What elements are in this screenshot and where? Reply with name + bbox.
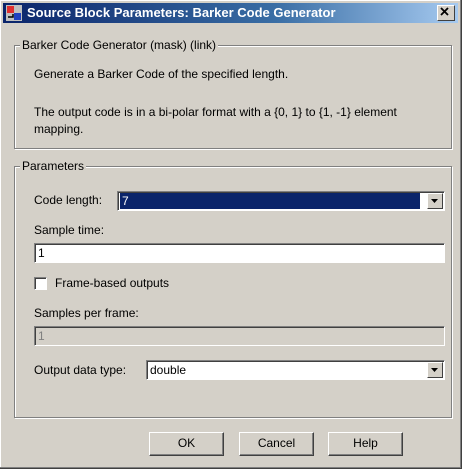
samples-per-frame-label: Samples per frame:	[34, 306, 139, 320]
help-button[interactable]: Help	[328, 432, 403, 456]
code-length-value: 7	[120, 193, 420, 209]
description-legend: Barker Code Generator (mask) (link)	[20, 38, 219, 52]
parameters-legend: Parameters	[20, 159, 87, 173]
samples-per-frame-input: 1	[34, 326, 445, 346]
output-type-select[interactable]: double	[146, 360, 445, 380]
cancel-button[interactable]: Cancel	[239, 432, 314, 456]
sample-time-value: 1	[38, 246, 45, 260]
window-title: Source Block Parameters: Barker Code Gen…	[27, 5, 336, 20]
close-button[interactable]	[437, 5, 455, 21]
dialog-window: Source Block Parameters: Barker Code Gen…	[0, 0, 462, 469]
description-line-1: Generate a Barker Code of the specified …	[34, 67, 289, 81]
description-line-2: The output code is in a bi-polar format …	[34, 105, 397, 119]
code-length-label: Code length:	[34, 193, 103, 207]
code-length-select[interactable]: 7	[117, 191, 445, 211]
frame-based-checkbox[interactable]	[34, 277, 47, 290]
parameters-group: Parameters Code length: 7 Sample time: 1…	[14, 159, 452, 418]
title-bar[interactable]: Source Block Parameters: Barker Code Gen…	[3, 3, 458, 23]
sample-time-input[interactable]: 1	[34, 243, 445, 263]
output-type-value: double	[150, 363, 187, 377]
chevron-down-icon	[431, 368, 438, 372]
samples-per-frame-value: 1	[38, 329, 45, 343]
ok-button[interactable]: OK	[149, 432, 224, 456]
output-type-label: Output data type:	[34, 363, 127, 377]
description-line-3: mapping.	[34, 122, 84, 136]
sample-time-label: Sample time:	[34, 223, 105, 237]
frame-based-label[interactable]: Frame-based outputs	[55, 276, 169, 290]
simulink-block-icon	[6, 5, 22, 21]
output-type-dropdown-button[interactable]	[427, 362, 443, 378]
code-length-dropdown-button[interactable]	[427, 193, 443, 209]
chevron-down-icon	[431, 199, 438, 203]
close-icon	[440, 7, 449, 16]
description-group: Barker Code Generator (mask) (link) Gene…	[14, 38, 452, 149]
